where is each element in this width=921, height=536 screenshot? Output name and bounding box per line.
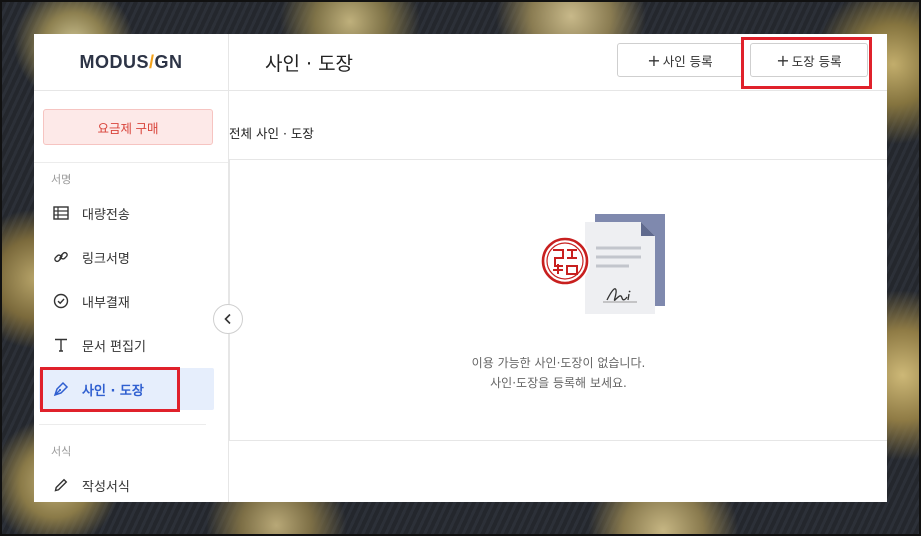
empty-state-message: 이용 가능한 사인·도장이 없습니다. 사인·도장을 등록해 보세요. [230,353,887,393]
sidebar-item-label: 내부결재 [82,295,130,311]
sidebar-item-label: 대량전송 [82,207,130,223]
check-circle-icon [52,292,70,310]
sidebar-item-internal-approval[interactable]: 내부결재 [39,280,214,322]
sidebar-item-link-sign[interactable]: 링크서명 [39,236,214,278]
sidebar-item-create-form[interactable]: 작성서식 [39,464,214,502]
empty-state-line-1: 이용 가능한 사인·도장이 없습니다. [471,356,646,370]
chevron-left-icon [223,310,233,329]
empty-stamp-illustration-icon [541,214,665,314]
text-icon [52,336,70,354]
empty-state-panel: 이용 가능한 사인·도장이 없습니다. 사인·도장을 등록해 보세요. [229,159,887,441]
sign-register-button[interactable]: + 사인 등록 [617,43,743,77]
sidebar-divider [39,424,206,425]
pencil-icon [52,476,70,494]
list-title: 전체 사인 · 도장 [229,126,314,141]
sidebar-item-label: 작성서식 [82,479,130,495]
sidebar-item-label: 링크서명 [82,251,130,267]
sidebar: 요금제 구매 서명 대량전송 링크서명 내부결재 문서 편집기 사인 · 도장 … [34,91,229,502]
link-icon [52,248,70,266]
sidebar-item-label: 문서 편집기 [82,339,146,355]
logo: MODUS/GN [79,51,183,72]
sidebar-item-document-editor[interactable]: 문서 편집기 [39,324,214,366]
sidebar-collapse-button[interactable] [213,304,243,334]
page-title: 사인 · 도장 [265,53,354,75]
highlight-box-stamp-register [741,37,872,89]
empty-state-line-2: 사인·도장을 등록해 보세요. [490,376,627,390]
section-label-sign: 서명 [51,173,72,186]
section-label-form: 서식 [51,445,72,458]
logo-area[interactable]: MODUS/GN [34,34,229,91]
main-content: 전체 사인 · 도장 이용 가능한 사인·도장이 없습니다. 사인·도장을 등록… [229,91,887,502]
sidebar-divider [34,162,228,163]
sign-register-label: 사인 등록 [662,53,713,69]
plus-icon: + [647,50,661,70]
buy-plan-button[interactable]: 요금제 구매 [43,109,213,145]
app-window: MODUS/GN 사인 · 도장 + 사인 등록 + 도장 등록 요금제 구매 … [34,34,887,502]
table-icon [52,204,70,222]
sidebar-item-bulk-send[interactable]: 대량전송 [39,192,214,234]
highlight-box-sign-stamp-menu [40,367,180,412]
